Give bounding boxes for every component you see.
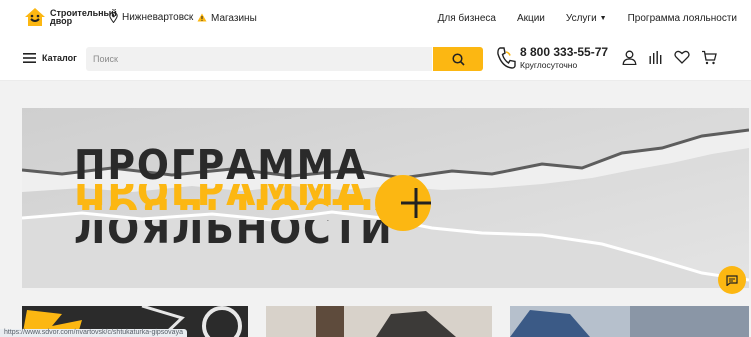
chevron-down-icon: ▼: [599, 15, 607, 22]
promotions-link[interactable]: Акции: [517, 13, 545, 24]
card-image: [510, 306, 749, 337]
promo-banner[interactable]: ПРОГРАММА ПРОГРАММА ЛОЯЛЬНОСТИ ЛОЯЛЬНОСТ…: [22, 108, 749, 288]
search-button[interactable]: [433, 47, 483, 71]
user-icon: [622, 50, 637, 65]
phone-block[interactable]: 8 800 333-55-77 Круглосуточно: [496, 45, 608, 70]
phone-icon: [497, 46, 516, 69]
business-link[interactable]: Для бизнеса: [438, 13, 496, 24]
site-logo[interactable]: Строительный двор: [23, 6, 117, 28]
catalog-label: Каталог: [42, 53, 77, 63]
status-bar-url: https://www.sdvor.com/nvartovsk/c/shtuka…: [0, 329, 187, 337]
top-bar: Строительный двор Нижневартовск Магазины…: [0, 0, 751, 38]
logo-house-icon: [25, 8, 45, 26]
logo-text: Строительный двор: [50, 8, 117, 26]
stores-link[interactable]: Магазины: [211, 13, 257, 24]
menu-icon: [23, 53, 36, 63]
phone-number: 8 800 333-55-77: [520, 45, 609, 59]
loyalty-link[interactable]: Программа лояльности: [628, 13, 737, 24]
location-pin-icon: [109, 12, 118, 23]
plus-icon: [401, 188, 431, 218]
cart-icon: [702, 50, 717, 65]
banner-title-line1: ПРОГРАММА: [74, 141, 367, 189]
city-name: Нижневартовск: [122, 12, 194, 23]
profile-button[interactable]: [622, 50, 637, 65]
warning-icon: [197, 13, 207, 22]
header-icons: [622, 50, 728, 65]
main-header: Каталог Поиск 8 800 333-55-77 Круглосуто…: [0, 38, 751, 81]
compare-bars-icon: [649, 51, 662, 64]
heart-icon: [674, 50, 690, 64]
services-label: Услуги: [565, 13, 597, 24]
services-menu[interactable]: Услуги ▼: [566, 13, 607, 24]
phone-hours: Круглосуточно: [520, 60, 578, 70]
cart-button[interactable]: [701, 50, 717, 65]
category-card[interactable]: [510, 306, 749, 337]
top-nav: Для бизнеса Акции Услуги ▼ Программа лоя…: [417, 13, 737, 24]
category-card[interactable]: [266, 306, 492, 337]
card-image: [266, 306, 492, 337]
chat-button[interactable]: [718, 266, 746, 294]
search-input[interactable]: Поиск: [86, 47, 432, 71]
city-selector[interactable]: Нижневартовск: [109, 12, 207, 23]
compare-button[interactable]: [648, 50, 663, 65]
chat-icon: [726, 274, 738, 286]
catalog-button[interactable]: Каталог: [23, 53, 77, 63]
search-icon: [451, 52, 465, 66]
favorites-button[interactable]: [674, 50, 690, 65]
